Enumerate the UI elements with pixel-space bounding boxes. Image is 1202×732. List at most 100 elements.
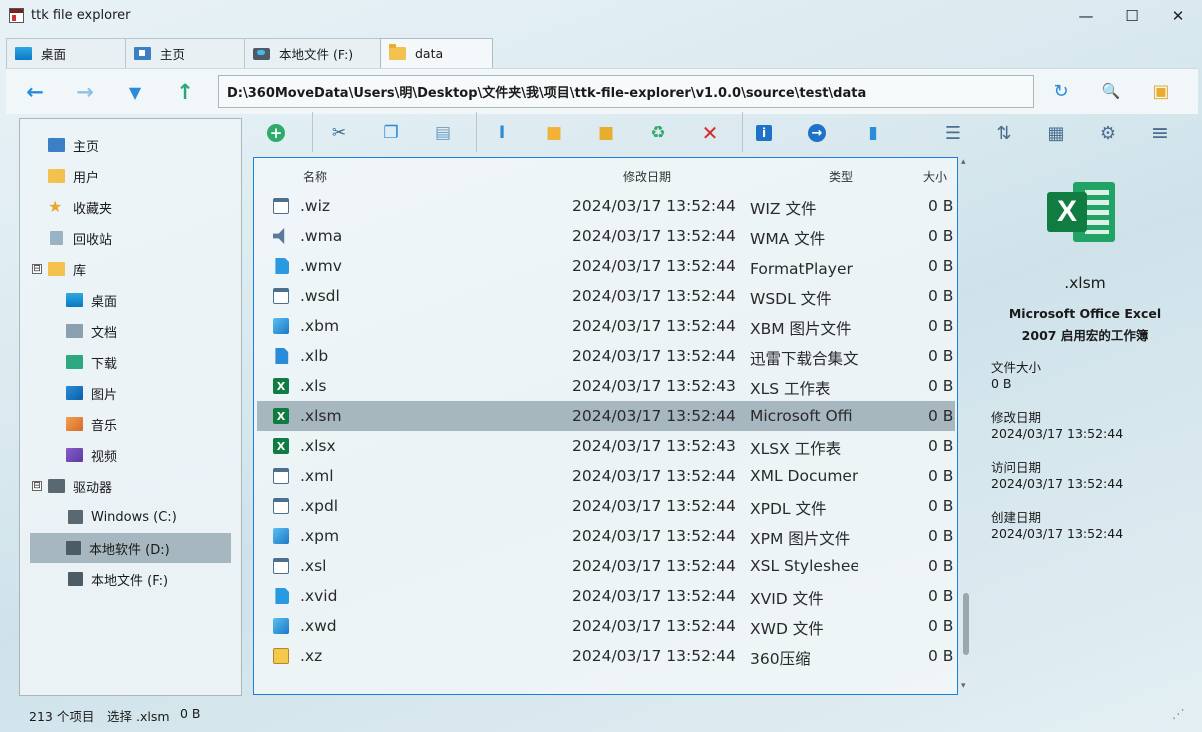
refresh-icon[interactable]: ↻ [1048, 78, 1074, 104]
text-file-icon [273, 348, 289, 364]
sidebar-item-library[interactable]: 库 [48, 254, 238, 284]
list-view-icon[interactable]: ☰ [940, 120, 966, 146]
sidebar-item-drive-d[interactable]: 本地软件 (D:) [30, 533, 231, 563]
maximize-button[interactable]: ☐ [1109, 0, 1155, 32]
scroll-up-arrow[interactable]: ▴ [961, 157, 966, 167]
properties-icon[interactable]: i [756, 125, 772, 141]
copy-icon[interactable]: ❐ [378, 120, 404, 146]
close-button[interactable]: ✕ [1155, 0, 1201, 32]
file-modified: 2024/03/17 13:52:44 [572, 647, 736, 665]
file-row[interactable]: X.xlsm2024/03/17 13:52:44Microsoft Offi0… [257, 401, 955, 431]
file-row[interactable]: .wiz2024/03/17 13:52:44WIZ 文件0 B [257, 191, 955, 221]
sidebar-item-favorites[interactable]: ★ 收藏夹 [48, 192, 238, 222]
column-header-size[interactable]: 大小 [923, 168, 947, 185]
layout-icon[interactable]: ▦ [1043, 120, 1069, 146]
selection-info: 选择 .xlsm [107, 706, 170, 725]
scrollbar-thumb[interactable] [963, 593, 969, 655]
move-to-folder-icon[interactable]: ■ [593, 120, 619, 146]
file-type: XLS 工作表 [750, 377, 831, 399]
file-row[interactable]: .xpm2024/03/17 13:52:44XPM 图片文件0 B [257, 521, 955, 551]
drives-collapse-toggle[interactable]: ⊟ [32, 481, 42, 491]
menu-icon[interactable]: ≡ [1147, 120, 1173, 146]
sidebar-item-drive-c[interactable]: Windows (C:) [66, 502, 236, 532]
navigation-bar: ← → ▼ ↑ D:\360MoveData\Users\明\Desktop\文… [6, 68, 1198, 114]
recycle-bin-icon [50, 231, 63, 245]
file-list-scrollbar[interactable]: ▴ ▾ [960, 157, 972, 695]
file-name: .xml [300, 467, 334, 485]
file-type: WIZ 文件 [750, 197, 816, 219]
file-list[interactable]: 名称 修改日期 类型 大小 .wiz2024/03/17 13:52:44WIZ… [253, 157, 958, 695]
folder-open-icon[interactable]: ▣ [1148, 78, 1174, 104]
sidebar-item-pictures[interactable]: 图片 [66, 378, 236, 408]
excel-macro-icon: X [273, 408, 289, 424]
sidebar-item-label: 视频 [91, 446, 117, 465]
column-header-modified[interactable]: 修改日期 [623, 168, 671, 185]
library-collapse-toggle[interactable]: ⊟ [32, 264, 42, 274]
file-type: XBM 图片文件 [750, 317, 852, 339]
column-header-type[interactable]: 类型 [829, 168, 853, 185]
preview-created-label: 创建日期 [991, 507, 1041, 526]
file-row[interactable]: .wmv2024/03/17 13:52:44FormatPlayer 视频0 … [257, 251, 955, 281]
search-icon[interactable]: 🔍 [1098, 78, 1124, 104]
rename-icon[interactable]: I [489, 120, 515, 146]
paste-icon[interactable]: ▤ [430, 120, 456, 146]
file-row[interactable]: X.xls2024/03/17 13:52:43XLS 工作表0 B [257, 371, 955, 401]
resize-grip-icon[interactable]: ⋰ [1172, 706, 1185, 721]
file-row[interactable]: .xz2024/03/17 13:52:44360压缩0 B [257, 641, 955, 671]
file-row[interactable]: .xvid2024/03/17 13:52:44XVID 文件0 B [257, 581, 955, 611]
tab-data[interactable]: data [380, 38, 493, 68]
toolbar-separator [312, 112, 313, 152]
sidebar-item-videos[interactable]: 视频 [66, 440, 236, 470]
minimize-button[interactable]: — [1063, 0, 1109, 32]
new-folder-icon[interactable]: ■ [541, 120, 567, 146]
settings-icon[interactable]: ⚙ [1095, 120, 1121, 146]
file-type: XSL Stylesheet [750, 557, 858, 575]
file-name: .xlb [300, 347, 328, 365]
file-name: .wmv [300, 257, 342, 275]
file-row[interactable]: .xpdl2024/03/17 13:52:44XPDL 文件0 B [257, 491, 955, 521]
back-button[interactable]: ← [18, 79, 52, 105]
column-header-name[interactable]: 名称 [303, 168, 327, 185]
delete-icon[interactable]: ✕ [697, 120, 723, 146]
up-button[interactable]: ↑ [168, 79, 202, 105]
sort-icon[interactable]: ⇅ [991, 120, 1017, 146]
history-dropdown-button[interactable]: ▼ [118, 79, 152, 105]
file-row[interactable]: .xbm2024/03/17 13:52:44XBM 图片文件0 B [257, 311, 955, 341]
sidebar-item-documents[interactable]: 文档 [66, 316, 236, 346]
sidebar-item-music[interactable]: 音乐 [66, 409, 236, 439]
cut-icon[interactable]: ✂ [326, 120, 352, 146]
sidebar-item-downloads[interactable]: 下载 [66, 347, 236, 377]
file-row[interactable]: .xml2024/03/17 13:52:44XML Documen0 B [257, 461, 955, 491]
video-icon [66, 448, 83, 462]
file-size: 0 B [928, 557, 953, 575]
sidebar-item-home[interactable]: 主页 [48, 130, 238, 160]
forward-button[interactable]: → [68, 79, 102, 105]
file-name: .xwd [300, 617, 337, 635]
sidebar-item-drive-f[interactable]: 本地文件 (F:) [66, 564, 236, 594]
file-row[interactable]: .wma2024/03/17 13:52:44WMA 文件0 B [257, 221, 955, 251]
sidebar-item-label: 桌面 [91, 291, 117, 310]
file-row[interactable]: .xwd2024/03/17 13:52:44XWD 文件0 B [257, 611, 955, 641]
tab-home[interactable]: 主页 [125, 38, 245, 68]
desktop-icon [15, 47, 32, 60]
file-row[interactable]: .xlb2024/03/17 13:52:44迅雷下载合集文0 B [257, 341, 955, 371]
download-icon [66, 355, 83, 369]
new-item-icon[interactable]: + [267, 124, 285, 142]
sidebar-item-recycle-bin[interactable]: 回收站 [48, 223, 238, 253]
address-bar[interactable]: D:\360MoveData\Users\明\Desktop\文件夹\我\项目\… [218, 75, 1034, 108]
file-modified: 2024/03/17 13:52:43 [572, 377, 736, 395]
preview-size-value: 0 B [991, 376, 1012, 391]
extract-icon[interactable]: ▮ [860, 120, 886, 146]
open-icon[interactable]: → [808, 124, 826, 142]
tab-drive-f[interactable]: 本地文件 (F:) [244, 38, 381, 68]
file-row[interactable]: .xsl2024/03/17 13:52:44XSL Stylesheet0 B [257, 551, 955, 581]
file-size: 0 B [928, 467, 953, 485]
sidebar-item-drives[interactable]: 驱动器 [48, 471, 238, 501]
scroll-down-arrow[interactable]: ▾ [961, 681, 966, 691]
sidebar-item-desktop[interactable]: 桌面 [66, 285, 236, 315]
recycle-icon[interactable]: ♻ [645, 120, 671, 146]
sidebar-item-user[interactable]: 用户 [48, 161, 238, 191]
file-row[interactable]: X.xlsx2024/03/17 13:52:43XLSX 工作表0 B [257, 431, 955, 461]
file-row[interactable]: .wsdl2024/03/17 13:52:44WSDL 文件0 B [257, 281, 955, 311]
tab-desktop[interactable]: 桌面 [6, 38, 126, 68]
